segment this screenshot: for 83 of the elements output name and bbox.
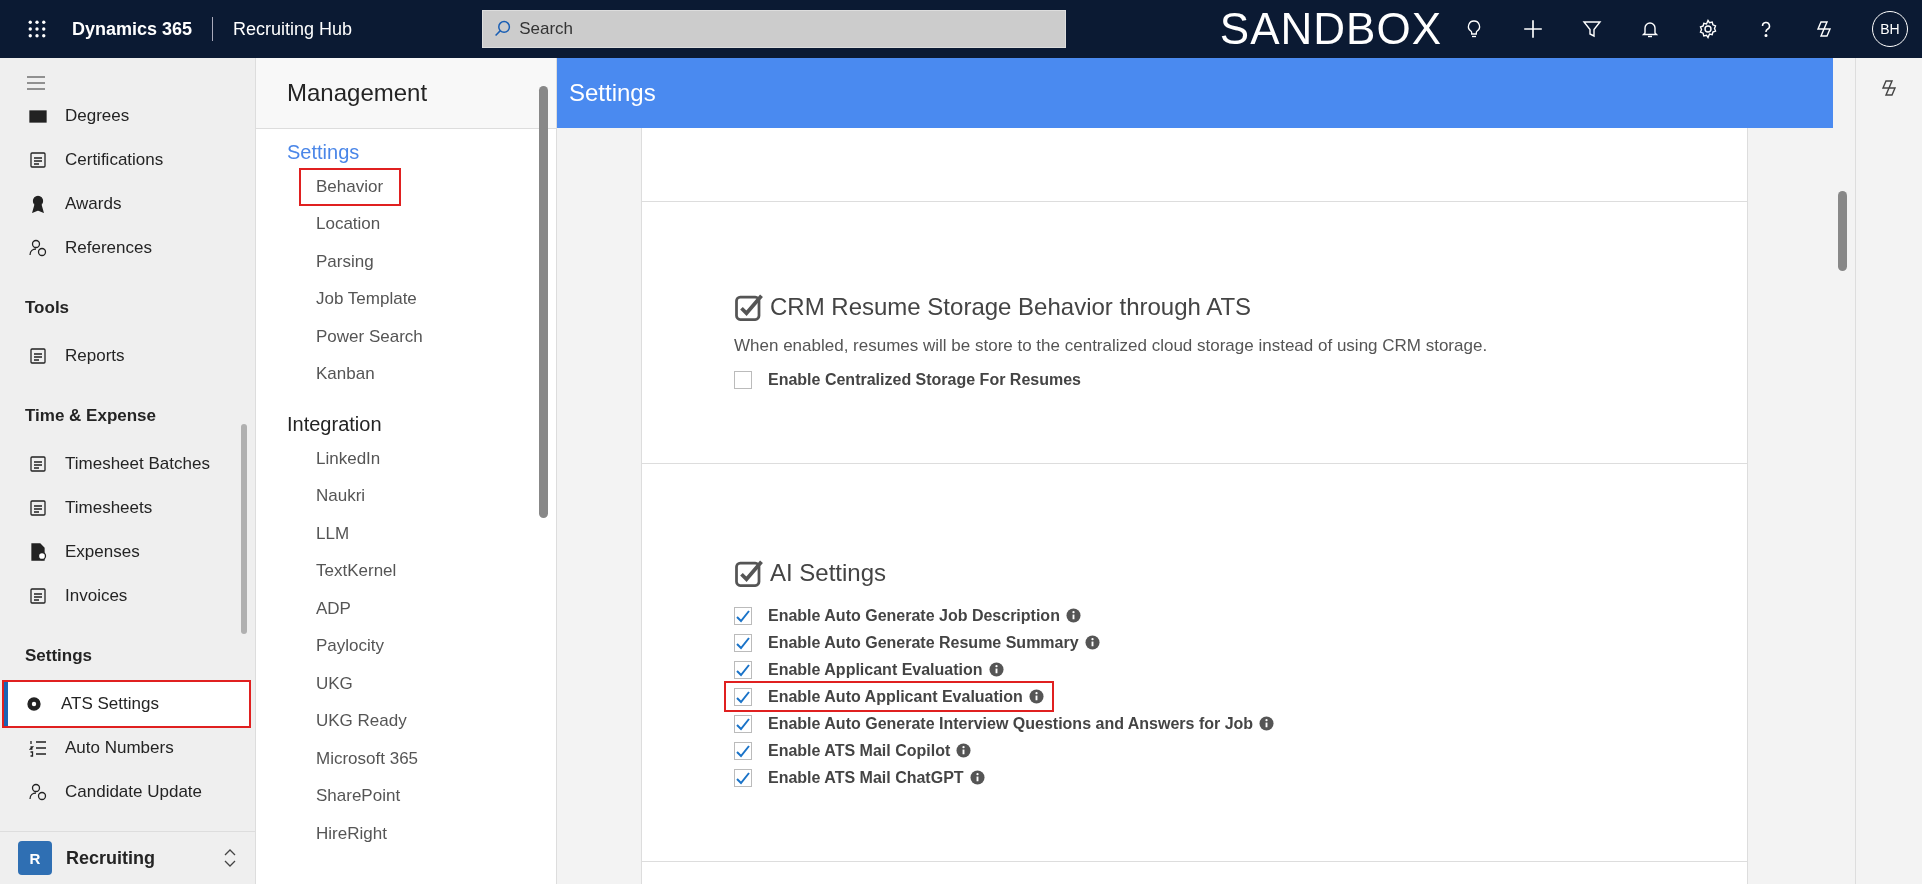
sidebar-item[interactable]: Certifications	[4, 138, 249, 182]
management-link[interactable]: Kanban	[299, 355, 393, 393]
info-icon[interactable]	[988, 662, 1004, 677]
area-badge: R	[18, 841, 52, 875]
management-link[interactable]: Paylocity	[299, 627, 403, 665]
info-icon[interactable]	[1028, 689, 1044, 704]
sidebar-heading: Tools	[24, 297, 71, 319]
scrollbar[interactable]	[1838, 191, 1847, 271]
panel-title: Management	[256, 58, 556, 129]
management-link[interactable]: LinkedIn	[299, 440, 399, 478]
option-label: Enable Auto Applicant Evaluation	[768, 687, 1023, 706]
checkbox[interactable]	[734, 606, 752, 625]
option-label: Enable ATS Mail ChatGPT	[768, 768, 964, 787]
section-description: When enabled, resumes will be store to the centralized cloud storage instead of using CRM storage.	[734, 336, 1489, 356]
sidebar-item[interactable]: Invoices	[4, 574, 249, 618]
management-link[interactable]: HireRight	[299, 815, 405, 853]
management-link[interactable]: UKG Ready	[299, 702, 425, 740]
sidebar-item[interactable]: ATS Settings	[4, 682, 249, 726]
chevron-up-down-icon	[223, 848, 237, 868]
info-icon[interactable]	[1259, 716, 1275, 731]
sidebar-item[interactable]: Reports	[4, 334, 249, 378]
menu-icon[interactable]	[25, 76, 47, 90]
search-field[interactable]: Search	[482, 10, 1067, 48]
app-name[interactable]: Dynamics 365	[72, 18, 193, 40]
option-label: Enable Applicant Evaluation	[768, 660, 983, 679]
area-label: Recruiting	[66, 847, 156, 869]
option-label: Enable Centralized Storage For Resumes	[768, 370, 1081, 389]
management-link[interactable]: TextKernel	[299, 552, 415, 590]
management-link[interactable]: Behavior	[299, 168, 402, 206]
management-link[interactable]: Microsoft 365	[299, 740, 437, 778]
sidebar-item[interactable]: Awards	[4, 182, 249, 226]
checkbox[interactable]	[734, 687, 752, 706]
info-icon[interactable]	[956, 743, 972, 758]
option-label: Enable Auto Generate Job Description	[768, 606, 1060, 625]
info-icon[interactable]	[1084, 635, 1100, 650]
sidebar-item[interactable]: Timesheet Batches	[4, 442, 249, 486]
management-link[interactable]: Location	[299, 205, 399, 243]
checkbox[interactable]	[734, 714, 752, 733]
numbered-list-icon	[29, 739, 47, 757]
management-link[interactable]: ADP	[299, 590, 369, 628]
checkbox[interactable]	[734, 768, 752, 787]
checkbox[interactable]	[734, 633, 752, 652]
copilot-icon[interactable]	[1879, 78, 1899, 98]
award-icon	[29, 195, 47, 213]
sidebar-item[interactable]: Timesheets	[4, 486, 249, 530]
info-icon[interactable]	[969, 770, 985, 785]
sidebar-item[interactable]: Candidate Update	[4, 770, 249, 814]
group-heading: Settings	[287, 141, 361, 164]
sidebar-item[interactable]: Auto Numbers	[4, 726, 249, 770]
sidebar-item[interactable]: Degrees	[4, 94, 249, 138]
scrollbar[interactable]	[241, 424, 247, 634]
copilot-icon[interactable]	[1814, 19, 1834, 39]
page-title: Settings	[569, 79, 656, 107]
management-link[interactable]: LLM	[299, 515, 368, 553]
management-link[interactable]: Job Template	[299, 280, 435, 318]
area-name[interactable]: Recruiting Hub	[233, 18, 353, 40]
sidebar-heading: Time & Expense	[24, 405, 158, 427]
app-launcher-icon[interactable]	[28, 20, 46, 38]
option-label: Enable ATS Mail Copilot	[768, 741, 951, 760]
info-icon[interactable]	[1065, 608, 1081, 623]
sidebar-heading: Settings	[24, 645, 94, 667]
receipt-icon	[29, 543, 47, 561]
plus-icon[interactable]	[1522, 18, 1544, 40]
management-link[interactable]: Naukri	[299, 477, 384, 515]
checkbox[interactable]	[734, 741, 752, 760]
option-label: Enable Auto Generate Interview Questions and Answers for Job	[768, 714, 1254, 733]
option-label: Enable Auto Generate Resume Summary	[768, 633, 1079, 652]
sidebar-item[interactable]: References	[4, 226, 249, 270]
group-heading: Integration	[287, 413, 383, 436]
bell-icon[interactable]	[1640, 19, 1660, 39]
area-switcher[interactable]: R Recruiting	[0, 831, 255, 884]
filter-icon[interactable]	[1582, 19, 1602, 39]
section-heading: AI Settings	[770, 559, 887, 587]
environment-label: SANDBOX	[1219, 4, 1442, 54]
management-link[interactable]: UKG	[299, 665, 371, 703]
management-link[interactable]: Parsing	[299, 243, 392, 281]
management-link[interactable]: Power Search	[299, 318, 441, 356]
section-heading: CRM Resume Storage Behavior through ATS	[770, 293, 1252, 321]
management-link[interactable]: SharePoint	[299, 777, 419, 815]
sidebar-item[interactable]: Expenses	[4, 530, 249, 574]
scrollbar[interactable]	[539, 86, 548, 518]
checkbox[interactable]	[734, 660, 752, 679]
checkbox[interactable]	[734, 370, 752, 389]
